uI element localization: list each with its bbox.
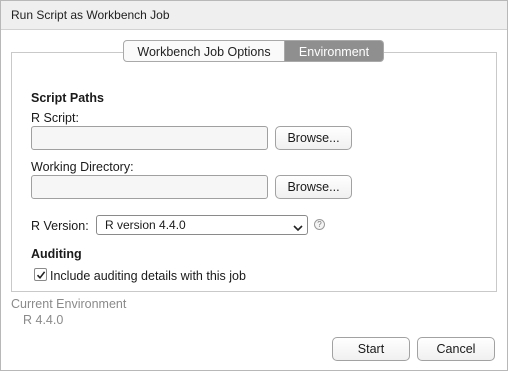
script-paths-heading: Script Paths [31, 91, 104, 105]
start-button[interactable]: Start [332, 337, 410, 361]
r-script-browse-button[interactable]: Browse... [275, 126, 352, 150]
r-version-select[interactable]: R version 4.4.0 [96, 215, 308, 235]
cancel-button[interactable]: Cancel [417, 337, 495, 361]
tab-environment[interactable]: Environment [285, 40, 384, 62]
chevron-down-icon [293, 221, 303, 235]
auditing-checkbox[interactable] [34, 268, 47, 281]
working-directory-input[interactable] [31, 175, 268, 199]
help-icon[interactable]: ? [314, 219, 325, 230]
run-script-dialog: Run Script as Workbench Job Workbench Jo… [0, 0, 508, 371]
auditing-checkbox-label: Include auditing details with this job [50, 269, 246, 283]
r-version-label: R Version: [31, 219, 89, 233]
auditing-heading: Auditing [31, 247, 82, 261]
r-version-selected: R version 4.4.0 [105, 218, 186, 232]
checkmark-icon [36, 271, 46, 280]
r-script-input[interactable] [31, 126, 268, 150]
tab-bar: Workbench Job Options Environment [123, 40, 384, 62]
working-directory-label: Working Directory: [31, 160, 134, 174]
working-directory-browse-button[interactable]: Browse... [275, 175, 352, 199]
r-script-label: R Script: [31, 111, 79, 125]
current-environment-label: Current Environment [11, 297, 127, 311]
tab-workbench-job-options[interactable]: Workbench Job Options [123, 40, 285, 62]
dialog-title: Run Script as Workbench Job [11, 8, 170, 22]
current-environment-value: R 4.4.0 [23, 313, 64, 327]
title-bar: Run Script as Workbench Job [1, 1, 507, 30]
